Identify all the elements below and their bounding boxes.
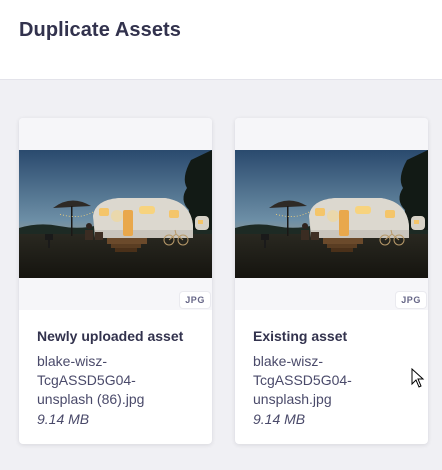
asset-card-existing[interactable]: JPG Existing asset blake-wisz- TcgASSD5G…: [235, 118, 428, 444]
asset-filename-line: blake-wisz-: [37, 353, 108, 369]
asset-card-new[interactable]: JPG Newly uploaded asset blake-wisz- Tcg…: [19, 118, 212, 444]
asset-size: 9.14 MB: [253, 411, 306, 427]
asset-heading: Newly uploaded asset: [37, 328, 184, 344]
asset-info: Existing asset blake-wisz- TcgASSD5G04- …: [253, 328, 418, 427]
asset-preview: JPG: [235, 118, 428, 310]
asset-preview: JPG: [19, 118, 212, 310]
asset-filename-line: TcgASSD5G04-: [253, 372, 352, 388]
asset-filename-line: unsplash (86).jpg: [37, 391, 145, 407]
asset-filename: blake-wisz- TcgASSD5G04- unsplash.jpg: [253, 352, 418, 409]
asset-thumbnail-image: [235, 150, 428, 278]
format-badge: JPG: [180, 292, 210, 308]
asset-filename-line: TcgASSD5G04-: [37, 372, 136, 388]
asset-filename-line: blake-wisz-: [253, 353, 324, 369]
asset-filename-line: unsplash.jpg: [253, 391, 332, 407]
asset-thumbnail-image: [19, 150, 212, 278]
asset-size: 9.14 MB: [37, 411, 90, 427]
asset-info: Newly uploaded asset blake-wisz- TcgASSD…: [37, 328, 202, 427]
mouse-pointer-icon: [411, 368, 425, 388]
dialog-title: Duplicate Assets: [19, 19, 182, 41]
dialog-header: Duplicate Assets: [0, 0, 442, 80]
format-badge: JPG: [396, 292, 426, 308]
asset-heading: Existing asset: [253, 328, 348, 344]
asset-filename: blake-wisz- TcgASSD5G04- unsplash (86).j…: [37, 352, 202, 409]
